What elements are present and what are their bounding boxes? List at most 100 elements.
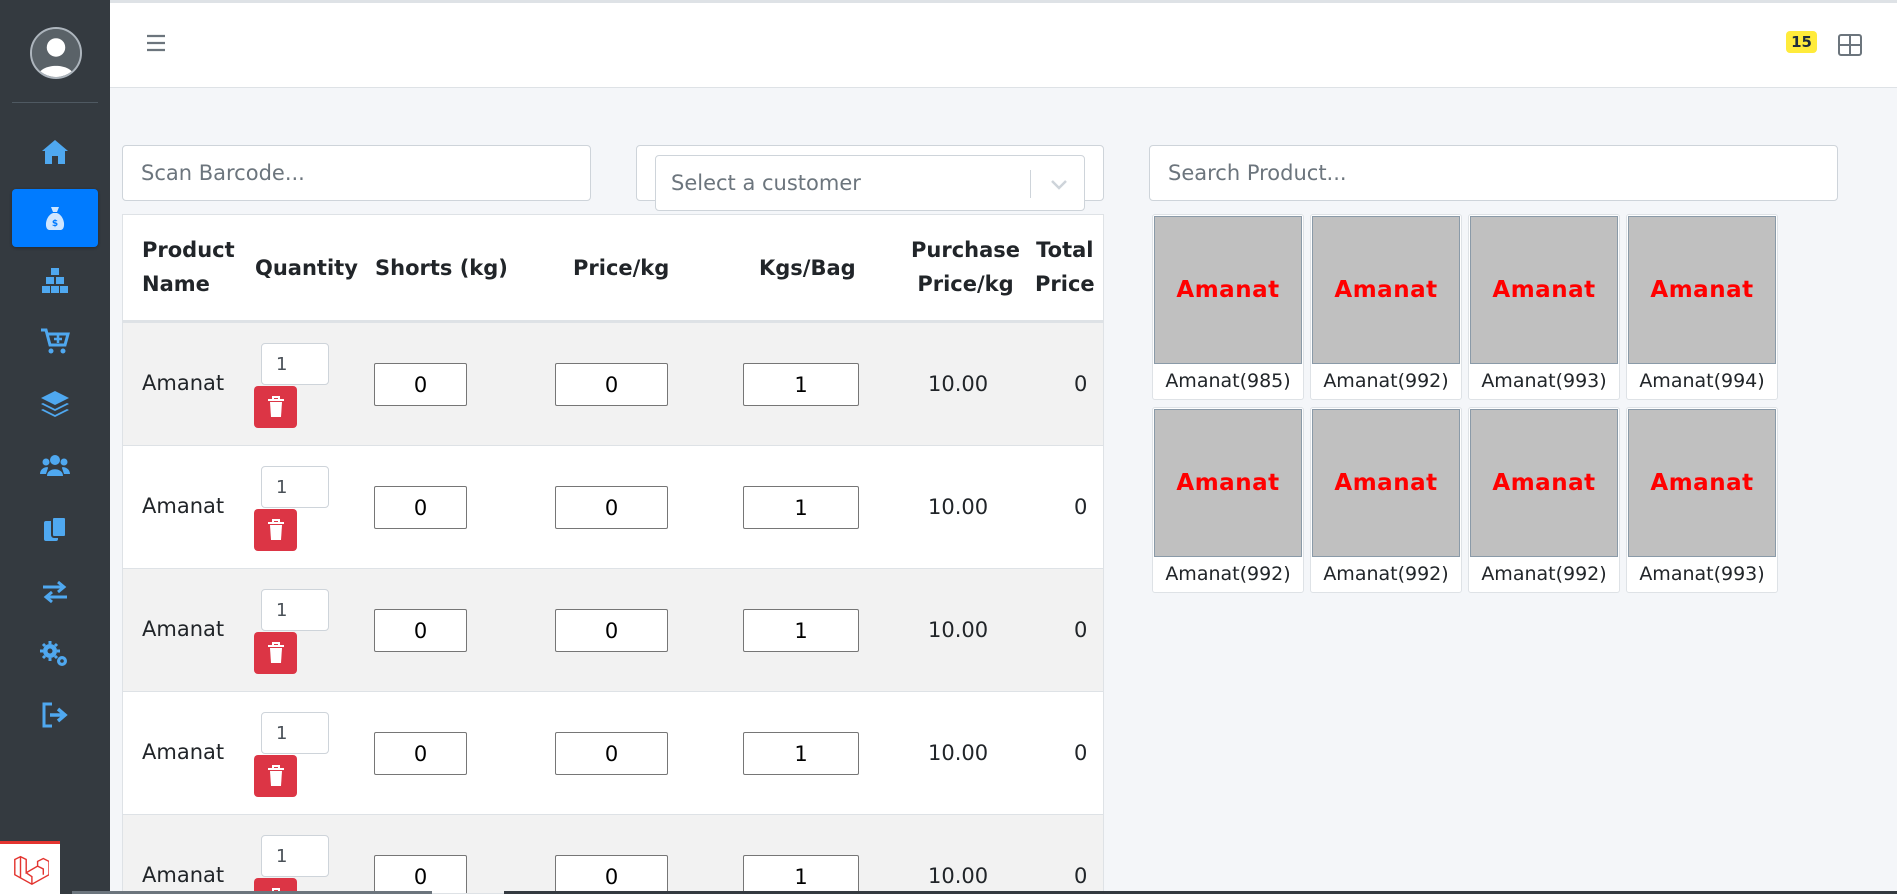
- quantity-input[interactable]: 1: [261, 712, 329, 754]
- product-card[interactable]: Amanat Amanat(994): [1626, 214, 1778, 400]
- kgs-bag-input[interactable]: 1: [743, 855, 859, 893]
- quantity-input[interactable]: 1: [261, 835, 329, 877]
- cart-row: Amanat 1 0 0 1 10.00 0: [123, 568, 1103, 691]
- product-card[interactable]: Amanat Amanat(992): [1310, 407, 1462, 593]
- product-label: Amanat(993): [1481, 370, 1607, 392]
- trash-icon: [267, 642, 284, 663]
- product-image: Amanat: [1312, 216, 1460, 364]
- shorts-input[interactable]: 0: [374, 855, 467, 893]
- trash-icon: [267, 765, 284, 786]
- purchase-price-value: 10.00: [928, 741, 989, 765]
- product-label: Amanat(992): [1323, 563, 1449, 585]
- cart-row: Amanat 1 0 0 1 10.00 0: [123, 445, 1103, 568]
- quantity-input[interactable]: 1: [261, 589, 329, 631]
- header-shorts: Shorts (kg): [375, 256, 508, 280]
- sidebar-item-customers[interactable]: [12, 437, 98, 495]
- quantity-input[interactable]: 1: [261, 343, 329, 385]
- product-image: Amanat: [1312, 409, 1460, 557]
- header-total-price-line1: Total: [1036, 238, 1094, 262]
- cart-row: Amanat 1 0 0 1 10.00 0: [123, 814, 1103, 893]
- sign-out-icon: [42, 702, 68, 728]
- kgs-bag-input[interactable]: 1: [743, 609, 859, 652]
- boxes-icon: [42, 268, 68, 293]
- header-product-name-line2: Name: [142, 272, 210, 296]
- purchase-price-value: 10.00: [928, 372, 989, 396]
- product-image: Amanat: [1154, 409, 1302, 557]
- product-card[interactable]: Amanat Amanat(993): [1468, 214, 1620, 400]
- cogs-icon: [40, 641, 67, 666]
- price-kg-input[interactable]: 0: [555, 363, 668, 406]
- header-purchase-price: Purchase Price/kg: [911, 233, 1020, 301]
- purchase-price-value: 10.00: [928, 864, 989, 888]
- header-total-price-line2: Price: [1035, 272, 1095, 296]
- user-avatar[interactable]: [30, 27, 82, 79]
- cart-row-product-name: Amanat: [142, 740, 225, 764]
- product-card[interactable]: Amanat Amanat(985): [1152, 214, 1304, 400]
- shorts-input[interactable]: 0: [374, 486, 467, 529]
- sidebar-item-logout[interactable]: [12, 686, 98, 744]
- total-price-value: 0: [1074, 864, 1088, 888]
- total-price-value: 0: [1074, 741, 1088, 765]
- header-quantity: Quantity: [255, 256, 358, 280]
- user-silhouette-icon: [32, 29, 80, 77]
- barcode-placeholder: Scan Barcode...: [141, 161, 305, 185]
- sidebar-item-home[interactable]: [12, 123, 98, 181]
- product-card[interactable]: Amanat Amanat(992): [1310, 214, 1462, 400]
- sidebar-item-reports[interactable]: [12, 500, 98, 558]
- laravel-logo: [0, 841, 60, 894]
- barcode-input[interactable]: Scan Barcode...: [122, 145, 591, 201]
- shorts-input[interactable]: 0: [374, 609, 467, 652]
- sidebar-item-transfers[interactable]: [12, 563, 98, 621]
- price-kg-input[interactable]: 0: [555, 486, 668, 529]
- price-kg-input[interactable]: 0: [555, 855, 668, 893]
- cart-table-header: Product Name Quantity Shorts (kg) Price/…: [123, 215, 1103, 322]
- product-search-input[interactable]: Search Product...: [1149, 145, 1838, 201]
- sidebar-item-stock[interactable]: [12, 374, 98, 432]
- header-purchase-price-line1: Purchase: [911, 238, 1021, 262]
- notification-badge[interactable]: 15: [1786, 31, 1817, 53]
- header-total-price: Total Price: [1035, 233, 1095, 301]
- laravel-icon: [14, 855, 49, 886]
- home-icon: [42, 140, 68, 164]
- sidebar-item-purchases[interactable]: [12, 312, 98, 370]
- product-card[interactable]: Amanat Amanat(993): [1626, 407, 1778, 593]
- product-image: Amanat: [1470, 409, 1618, 557]
- delete-button[interactable]: [254, 386, 297, 428]
- kgs-bag-input[interactable]: 1: [743, 732, 859, 775]
- copy-icon: [44, 516, 67, 541]
- cart-table: Product Name Quantity Shorts (kg) Price/…: [122, 214, 1104, 894]
- cart-plus-icon: [41, 328, 70, 354]
- header-product-name: Product Name: [142, 233, 235, 301]
- product-card[interactable]: Amanat Amanat(992): [1468, 407, 1620, 593]
- shorts-input[interactable]: 0: [374, 363, 467, 406]
- cart-row-product-name: Amanat: [142, 617, 225, 641]
- quantity-input[interactable]: 1: [261, 466, 329, 508]
- chevron-down-icon[interactable]: [1048, 173, 1070, 195]
- hamburger-menu-icon[interactable]: [144, 31, 168, 55]
- price-kg-input[interactable]: 0: [555, 609, 668, 652]
- kgs-bag-input[interactable]: 1: [743, 486, 859, 529]
- total-price-value: 0: [1074, 618, 1088, 642]
- grid-view-icon[interactable]: [1837, 32, 1863, 58]
- product-image: Amanat: [1154, 216, 1302, 364]
- cart-row-product-name: Amanat: [142, 371, 225, 395]
- delete-button[interactable]: [254, 755, 297, 797]
- total-price-value: 0: [1074, 372, 1088, 396]
- product-label: Amanat(993): [1639, 563, 1765, 585]
- shorts-input[interactable]: 0: [374, 732, 467, 775]
- product-search-placeholder: Search Product...: [1168, 161, 1347, 185]
- svg-text:$: $: [52, 219, 58, 229]
- product-image: Amanat: [1628, 216, 1776, 364]
- top-navbar: 15: [110, 3, 1897, 88]
- delete-button[interactable]: [254, 509, 297, 551]
- price-kg-input[interactable]: 0: [555, 732, 668, 775]
- delete-button[interactable]: [254, 632, 297, 674]
- sidebar-item-settings[interactable]: [12, 625, 98, 683]
- product-label: Amanat(994): [1639, 370, 1765, 392]
- kgs-bag-input[interactable]: 1: [743, 363, 859, 406]
- product-card[interactable]: Amanat Amanat(992): [1152, 407, 1304, 593]
- customer-select[interactable]: Select a customer: [655, 155, 1085, 211]
- sidebar-item-sales[interactable]: $: [12, 189, 98, 247]
- header-price-kg: Price/kg: [573, 256, 670, 280]
- sidebar-item-products[interactable]: [12, 250, 98, 308]
